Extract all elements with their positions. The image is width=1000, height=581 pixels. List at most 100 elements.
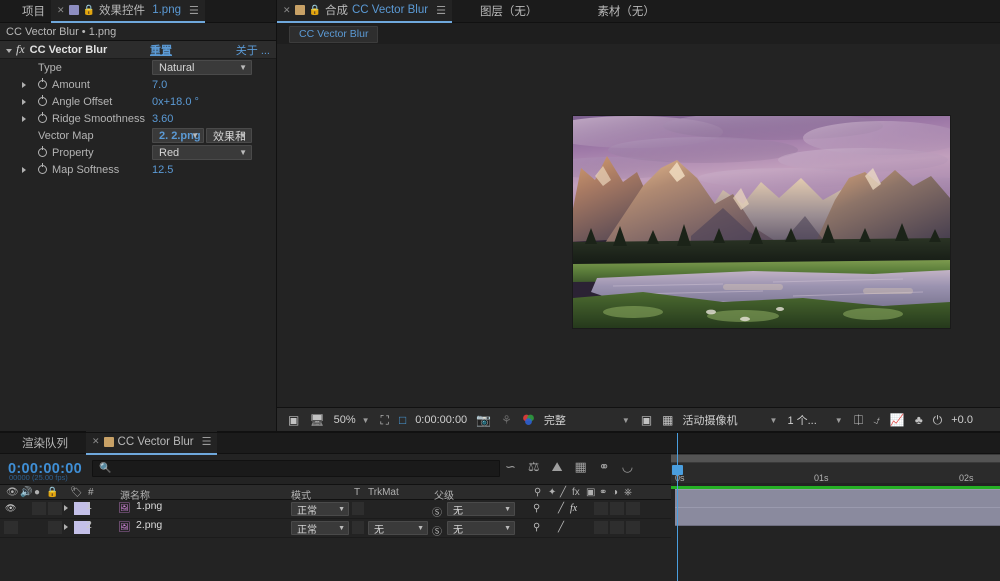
stopwatch-icon[interactable] (38, 97, 47, 106)
panel-menu-icon[interactable]: ☰ (202, 435, 212, 448)
comp-timecode-value[interactable]: 0:00:00:00 (411, 414, 471, 426)
exposure-value[interactable]: +0.0 (947, 414, 977, 426)
work-area-span[interactable] (671, 455, 1000, 462)
frame-blend-icon[interactable]: ▣ (586, 487, 595, 498)
camera-value[interactable]: 活动摄像机 (679, 412, 742, 428)
3d-toggle[interactable] (626, 521, 640, 534)
eye-icon[interactable]: 👁 (5, 503, 16, 514)
column-header-t[interactable]: T (354, 487, 360, 498)
twirl-right-icon[interactable] (22, 116, 26, 122)
twirl-down-icon[interactable] (6, 49, 12, 53)
panel-menu-icon[interactable]: ☰ (189, 4, 199, 17)
audio-icon[interactable]: 🔊 (20, 487, 32, 498)
motion-blur-toggle[interactable] (610, 502, 624, 515)
layer-parent-dropdown[interactable]: 无 ▼ (447, 521, 515, 535)
track-matte-toggle[interactable] (352, 502, 364, 515)
property-value-amount[interactable]: 7.0 (152, 79, 167, 91)
tab-effect-controls[interactable]: ✕ 🔒 效果控件 1.png ☰ (51, 0, 205, 23)
time-ruler[interactable]: 0s 01s 02s (671, 463, 1000, 485)
property-value-ridge-smoothness[interactable]: 3.60 (152, 113, 173, 125)
property-dropdown[interactable]: Red ▼ (152, 145, 252, 160)
graph-editor-icon[interactable]: ◡ (622, 459, 633, 475)
panel-divider-horizontal[interactable] (0, 432, 1000, 433)
timeline-track-area[interactable] (671, 483, 1000, 581)
resolution-value[interactable]: 完整 (540, 412, 570, 428)
track-matte-toggle[interactable] (352, 521, 364, 534)
solo-toggle[interactable] (32, 502, 46, 515)
twirl-right-icon[interactable] (22, 167, 26, 173)
frame-blending-icon[interactable]: ▦ (574, 459, 586, 475)
zoom-dropdown-icon[interactable]: ▼ (360, 416, 376, 425)
twirl-right-icon[interactable] (22, 82, 26, 88)
layer-trkmat-dropdown[interactable]: 无 ▼ (368, 521, 428, 535)
pixel-aspect-icon[interactable]: ⎅ (849, 408, 869, 432)
stopwatch-icon[interactable] (38, 114, 47, 123)
draft-3d-icon[interactable]: ⚖ (528, 459, 540, 475)
about-button[interactable]: 关于 ... (236, 42, 270, 58)
twirl-right-icon[interactable] (22, 99, 26, 105)
close-icon[interactable]: ✕ (92, 436, 100, 447)
frame-blend-toggle[interactable] (594, 521, 608, 534)
region-of-interest-icon[interactable]: ⛶ (376, 408, 394, 432)
layer-duration-bar-1[interactable] (675, 489, 1000, 508)
motion-blur-icon[interactable]: ⚭ (599, 459, 610, 475)
motion-blur-icon[interactable]: ⚭ (599, 487, 607, 498)
stopwatch-icon[interactable] (38, 165, 47, 174)
lock-icon[interactable]: 🔒 (83, 5, 95, 16)
3d-icon[interactable]: ⎈ (624, 487, 632, 498)
channel-icon[interactable] (517, 408, 540, 432)
layer-duration-bar-2[interactable] (675, 507, 1000, 526)
search-input[interactable]: 🔍 (92, 460, 500, 477)
lock-toggle[interactable] (48, 521, 62, 534)
composition-viewer[interactable] (277, 44, 1000, 408)
snapshot-icon[interactable]: 📷 (471, 408, 496, 432)
quality-icon[interactable]: ╱ (558, 503, 564, 514)
composition-mini-flowchart-icon[interactable]: ∽ (505, 459, 516, 475)
tab-render-queue[interactable]: 渲染队列 (0, 432, 74, 454)
reset-button[interactable]: 重置 (150, 42, 172, 58)
quality-icon[interactable]: ╱ (560, 487, 566, 498)
lock-icon[interactable]: 🔒 (46, 487, 58, 498)
hide-shy-layers-icon[interactable]: ⛰ (552, 459, 563, 475)
vector-map-source-dropdown[interactable]: 效果和 ▼ (206, 128, 252, 143)
collapse-icon[interactable]: ✦ (548, 487, 556, 498)
transparency-grid-icon[interactable]: ▣ (636, 408, 657, 432)
3d-toggle[interactable] (626, 502, 640, 515)
vector-map-layer-dropdown[interactable]: 2. 2.png ▼ (152, 128, 204, 143)
adjustment-icon[interactable]: ◑ (612, 487, 618, 498)
camera-dropdown-icon[interactable]: ▼ (742, 416, 784, 425)
timeline-icon[interactable]: 📈 (885, 408, 910, 432)
stopwatch-icon[interactable] (38, 148, 47, 157)
column-header-trkmat[interactable]: TrkMat (368, 487, 399, 498)
fast-preview-icon[interactable]: ⍻ (868, 408, 885, 432)
close-icon[interactable]: ✕ (57, 5, 65, 16)
lock-toggle[interactable] (48, 502, 62, 515)
shy-icon[interactable]: ⚲ (533, 503, 540, 514)
property-value-map-softness[interactable]: 12.5 (152, 164, 173, 176)
parent-pickwhip-icon[interactable]: Ⓢ (432, 504, 442, 519)
effect-header-cc-vector-blur[interactable]: fx CC Vector Blur 重置 关于 ... (0, 41, 276, 59)
panel-menu-icon[interactable]: ☰ (436, 4, 446, 17)
effects-icon[interactable]: fx (570, 503, 577, 514)
mask-visibility-icon[interactable]: ▦ (657, 408, 678, 432)
visibility-toggle[interactable] (4, 521, 18, 534)
tab-composition[interactable]: ✕ 🔒 合成 CC Vector Blur ☰ (277, 0, 452, 23)
layer-name[interactable]: 1.png (136, 500, 162, 512)
tab-layer[interactable]: 图层（无） (474, 0, 544, 22)
layer-name[interactable]: 2.png (136, 519, 162, 531)
property-value-angle-offset[interactable]: 0x+18.0 ° (152, 96, 199, 108)
tab-footage[interactable]: 素材（无） (591, 0, 661, 22)
index-icon[interactable]: # (88, 487, 94, 498)
flowchart-icon[interactable]: ♣ (910, 408, 928, 432)
always-preview-icon[interactable]: ▣ (283, 408, 304, 432)
eye-icon[interactable]: 👁 (6, 487, 19, 498)
resolution-dropdown-icon[interactable]: ▼ (570, 416, 636, 425)
solo-icon[interactable]: ● (34, 487, 40, 498)
twirl-right-icon[interactable] (64, 524, 68, 530)
main-viewer-icon[interactable]: 🖥 (304, 408, 329, 432)
breadcrumb[interactable]: CC Vector Blur (289, 26, 378, 43)
quality-icon[interactable]: ╱ (558, 522, 564, 533)
parent-pickwhip-icon[interactable]: Ⓢ (432, 523, 442, 538)
lock-icon[interactable]: 🔒 (309, 5, 321, 16)
shy-icon[interactable]: ⚲ (534, 487, 541, 498)
